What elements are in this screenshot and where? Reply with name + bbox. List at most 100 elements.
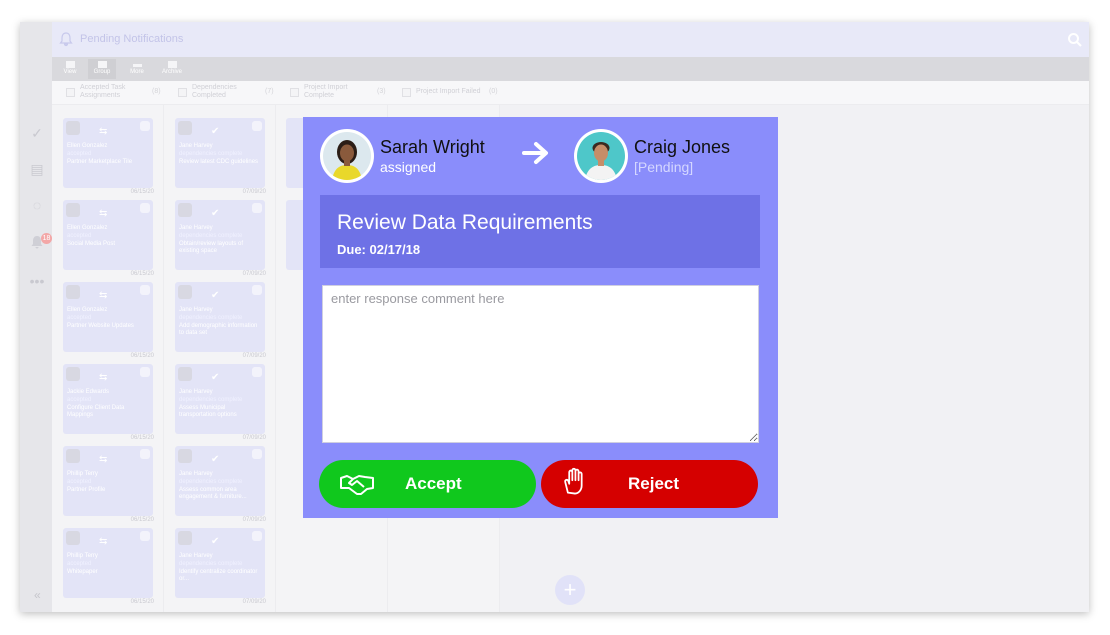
task-card[interactable]: ⇆ Ellen Gonzalez accepted Social Media Post… — [63, 200, 154, 277]
assignment-response-modal: Sarah Wright assigned Craig Jones [Pendi… — [303, 117, 778, 518]
card-person: Ellen Gonzalez — [67, 307, 108, 313]
more-dots-icon[interactable]: ••• — [28, 272, 46, 290]
avatar — [178, 449, 192, 463]
handshake-icon: ⇆ — [99, 536, 108, 547]
more-icon — [132, 64, 142, 67]
card-person: Ellen Gonzalez — [67, 225, 108, 231]
reject-button[interactable]: Reject — [541, 460, 758, 508]
card-checkbox[interactable] — [252, 121, 262, 131]
view-button[interactable]: View — [56, 61, 84, 75]
handshake-icon: ⇆ — [99, 290, 108, 301]
card-task: Review latest CDC guidelines — [179, 159, 259, 165]
assignee-name: Craig Jones — [634, 137, 731, 157]
avatar — [66, 531, 80, 545]
card-checkbox[interactable] — [252, 531, 262, 541]
card-checkbox[interactable] — [252, 367, 262, 377]
column-headers: Accepted Task Assignments (8) Dependenci… — [52, 81, 1089, 105]
card-task: Assess common area engagement & furnitur… — [179, 487, 247, 500]
avatar — [66, 367, 80, 381]
avatar — [178, 367, 192, 381]
task-card[interactable]: ✔ Jane Harvey dependencies complete Review … — [175, 118, 266, 195]
card-status: dependencies complete — [179, 479, 243, 485]
card-checkbox[interactable] — [140, 367, 150, 377]
task-card[interactable]: ✔ Jane Harvey dependencies complete Assess … — [175, 364, 266, 441]
more-button[interactable]: More — [123, 61, 151, 75]
card-date: 06/15/20 — [130, 271, 154, 277]
card-checkbox[interactable] — [140, 449, 150, 459]
card-status: dependencies complete — [179, 315, 243, 321]
task-due-date: Due: 02/17/18 — [337, 242, 421, 257]
card-checkbox[interactable] — [252, 449, 262, 459]
search-icon[interactable] — [1067, 32, 1083, 48]
bell-icon — [59, 32, 73, 47]
task-card[interactable]: ✔ Jane Harvey dependencies complete Add dem… — [175, 282, 266, 359]
task-card[interactable]: ✔ Jane Harvey dependencies complete Obtain/… — [175, 200, 266, 277]
layout-icon[interactable]: ▤ — [28, 160, 46, 178]
card-checkbox[interactable] — [140, 203, 150, 213]
group-button[interactable]: Group — [88, 59, 116, 79]
handshake-icon — [340, 475, 374, 495]
card-person: Phillip Terry — [67, 553, 98, 559]
task-title: Review Data Requirements — [337, 211, 593, 234]
card-checkbox[interactable] — [140, 285, 150, 295]
column-accepted: ⇆ Ellen Gonzalez accepted Partner Marketpla… — [52, 105, 164, 612]
avatar — [66, 285, 80, 299]
card-person: Jane Harvey — [179, 307, 213, 313]
card-task: Obtain/review layouts of existing space — [179, 241, 244, 254]
accept-button[interactable]: Accept — [319, 460, 536, 508]
avatar — [66, 121, 80, 135]
card-checkbox[interactable] — [140, 531, 150, 541]
select-column-checkbox[interactable] — [66, 88, 75, 97]
card-person: Jane Harvey — [179, 143, 213, 149]
card-task: Partner Marketplace Tile — [67, 159, 133, 165]
task-card[interactable]: ✔ Jane Harvey dependencies complete Assess … — [175, 446, 266, 523]
task-card[interactable]: ⇆ Phillip Terry accepted Whitepaper 06/15/20 — [63, 528, 154, 605]
add-button[interactable]: + — [555, 575, 585, 605]
task-card[interactable]: ⇆ Ellen Gonzalez accepted Partner Marketpla… — [63, 118, 154, 195]
check-circle-icon[interactable]: ✓ — [28, 124, 46, 142]
avatar — [178, 121, 192, 135]
card-date: 06/15/20 — [130, 353, 154, 359]
task-card[interactable]: ⇆ Phillip Terry accepted Partner Profile 06/… — [63, 446, 154, 523]
check-icon: ✔ — [211, 290, 220, 301]
check-icon: ✔ — [211, 208, 220, 219]
select-column-checkbox[interactable] — [290, 88, 299, 97]
check-icon: ✔ — [211, 454, 220, 465]
card-status: dependencies complete — [179, 233, 243, 239]
card-task: Partner Website Updates — [67, 323, 134, 329]
check-icon: ✔ — [211, 126, 220, 137]
card-date: 07/09/20 — [242, 271, 266, 277]
assigner-role: assigned — [380, 159, 437, 175]
card-status: accepted — [67, 315, 92, 321]
sarah-avatar-icon — [323, 132, 371, 180]
stop-hand-icon — [564, 467, 583, 495]
card-person: Ellen Gonzalez — [67, 143, 108, 149]
handshake-icon: ⇆ — [99, 208, 108, 219]
card-date: 07/09/20 — [242, 517, 266, 523]
collapse-sidebar-icon[interactable]: « — [34, 588, 41, 602]
column-dependencies: ✔ Jane Harvey dependencies complete Review … — [164, 105, 276, 612]
task-summary: Review Data Requirements Due: 02/17/18 — [320, 195, 760, 268]
card-status: accepted — [67, 397, 92, 403]
task-card[interactable]: ✔ Jane Harvey dependencies complete Identif… — [175, 528, 266, 605]
response-comment-field[interactable] — [322, 285, 759, 443]
avatar — [66, 449, 80, 463]
network-icon[interactable]: ◌ — [28, 196, 46, 214]
card-checkbox[interactable] — [252, 285, 262, 295]
select-column-checkbox[interactable] — [402, 88, 411, 97]
task-card[interactable]: ⇆ Ellen Gonzalez accepted Partner Website U… — [63, 282, 154, 359]
handshake-icon: ⇆ — [99, 454, 108, 465]
card-status: dependencies complete — [179, 397, 243, 403]
arrow-right-icon — [522, 142, 548, 164]
task-card[interactable]: ⇆ Jackie Edwards accepted Configure Client … — [63, 364, 154, 441]
card-date: 06/15/20 — [130, 599, 154, 605]
card-task: Whitepaper — [67, 569, 98, 575]
select-column-checkbox[interactable] — [178, 88, 187, 97]
card-task: Partner Profile — [67, 487, 106, 493]
archive-button[interactable]: Archive — [158, 61, 186, 75]
accept-label: Accept — [405, 474, 462, 493]
card-checkbox[interactable] — [252, 203, 262, 213]
card-checkbox[interactable] — [140, 121, 150, 131]
card-task: Identify centralize coordinator or... — [179, 569, 258, 582]
card-task: Assess Municipal transportation options — [179, 405, 237, 418]
